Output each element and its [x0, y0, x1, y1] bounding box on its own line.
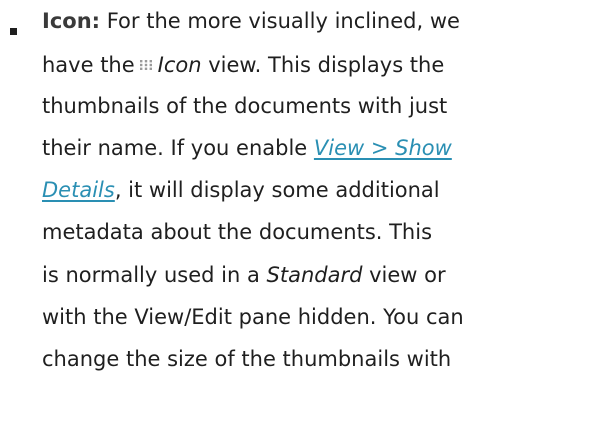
- text-line: have the Icon view. This displays the: [42, 42, 590, 84]
- text-span: have the: [42, 53, 135, 78]
- text-line: metadata about the documents. This: [42, 220, 433, 245]
- text-line: change the size of the thumbnails with: [42, 347, 452, 372]
- view-show-details-link-cont[interactable]: Details: [42, 178, 115, 202]
- text-span: view. This displays the: [201, 53, 445, 78]
- text-span: is normally used in a: [42, 262, 267, 287]
- text-line: thumbnails of the documents with just: [42, 93, 448, 118]
- text-line: Details, it will display some additional: [42, 169, 590, 211]
- text-line: with the View/Edit pane hidden. You can: [42, 305, 464, 330]
- icon-view-name: Icon: [157, 53, 202, 78]
- grid-icon: [139, 42, 152, 71]
- text-span: , it will display some additional: [114, 178, 440, 203]
- text-line: their name. If you enable View > Show: [42, 127, 590, 169]
- text-line: is normally used in a Standard view or: [42, 254, 590, 296]
- view-show-details-link[interactable]: View > Show: [314, 136, 452, 160]
- bullet-marker: [10, 28, 17, 35]
- term-label: Icon:: [42, 9, 101, 33]
- list-item-icon-view: Icon: For the more visually inclined, we…: [42, 0, 590, 381]
- text-span: their name. If you enable: [42, 135, 314, 160]
- document-page: Icon: For the more visually inclined, we…: [0, 0, 590, 423]
- standard-view-name: Standard: [266, 262, 363, 287]
- text-span: view or: [362, 262, 446, 287]
- text-span: For the more visually inclined, we: [100, 9, 460, 33]
- text-line: Icon: For the more visually inclined, we: [42, 0, 590, 42]
